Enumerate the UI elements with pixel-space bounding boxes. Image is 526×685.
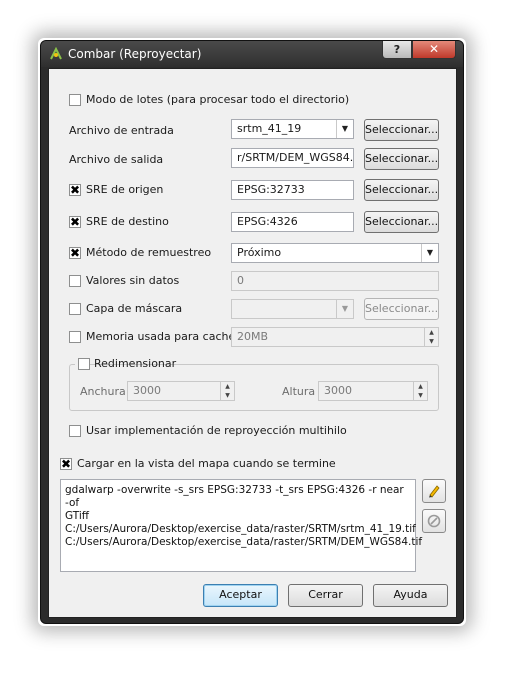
multithread-checkbox[interactable] — [69, 425, 81, 437]
dialog-body: Modo de lotes (para procesar todo el dir… — [48, 68, 457, 618]
resampling-label: Método de remuestreo — [86, 246, 212, 259]
nodata-label: Valores sin datos — [86, 274, 180, 287]
resampling-combo[interactable]: Próximo ▼ — [231, 243, 439, 263]
cache-memory-spinbox[interactable]: 20MB ▲ ▼ — [231, 327, 439, 347]
mask-layer-label: Capa de máscara — [86, 302, 183, 315]
command-line: C:/Users/Aurora/Desktop/exercise_data/ra… — [65, 536, 423, 548]
width-spinbox[interactable]: 3000 ▲ ▼ — [127, 381, 235, 401]
qgis-warp-icon — [50, 47, 62, 60]
width-value: 3000 — [133, 384, 161, 397]
output-file-input[interactable]: r/SRTM/DEM_WGS84.tif — [231, 148, 354, 168]
width-label: Anchura — [80, 385, 126, 398]
height-label: Altura — [282, 385, 316, 398]
reset-icon — [427, 514, 441, 528]
source-srs-checkbox[interactable]: ✖ — [69, 184, 81, 196]
spin-arrows-icon[interactable]: ▲ ▼ — [220, 382, 234, 400]
target-srs-label: SRE de destino — [86, 215, 169, 228]
output-file-select-button[interactable]: Seleccionar... — [364, 148, 439, 170]
batch-mode-checkbox[interactable] — [69, 94, 81, 106]
edit-command-button[interactable] — [422, 479, 446, 503]
input-file-select-button[interactable]: Seleccionar... — [364, 119, 439, 141]
help-button[interactable]: Ayuda — [373, 584, 448, 607]
title-bar[interactable]: Combar (Reproyectar) ? ✕ — [41, 41, 463, 67]
resize-label: Redimensionar — [94, 357, 177, 370]
input-file-value: srtm_41_19 — [237, 122, 302, 135]
height-value: 3000 — [324, 384, 352, 397]
resampling-checkbox[interactable]: ✖ — [69, 247, 81, 259]
input-file-label: Archivo de entrada — [69, 124, 174, 137]
cache-memory-label: Memoria usada para caché — [86, 330, 236, 343]
spin-arrows-icon[interactable]: ▲ ▼ — [424, 328, 438, 346]
source-srs-label: SRE de origen — [86, 183, 164, 196]
input-file-combo[interactable]: srtm_41_19 ▼ — [231, 119, 354, 139]
nodata-checkbox[interactable] — [69, 275, 81, 287]
reset-command-button[interactable] — [422, 509, 446, 533]
target-srs-input[interactable]: EPSG:4326 — [231, 212, 354, 232]
mask-layer-combo[interactable]: ▼ — [231, 299, 354, 319]
mask-layer-select-button[interactable]: Seleccionar... — [364, 298, 439, 320]
command-line: C:/Users/Aurora/Desktop/exercise_data/ra… — [65, 523, 416, 535]
pencil-icon — [429, 485, 440, 498]
chevron-down-icon: ▼ — [336, 300, 353, 318]
output-file-label: Archivo de salida — [69, 153, 164, 166]
batch-mode-label: Modo de lotes (para procesar todo el dir… — [86, 93, 350, 106]
command-line: gdalwarp -overwrite -s_srs EPSG:32733 -t… — [65, 484, 404, 509]
multithread-label: Usar implementación de reproyección mult… — [86, 424, 347, 437]
mask-layer-checkbox[interactable] — [69, 303, 81, 315]
resampling-value: Próximo — [237, 246, 282, 259]
close-window-button[interactable]: ✕ — [412, 41, 456, 59]
height-spinbox[interactable]: 3000 ▲ ▼ — [318, 381, 428, 401]
target-srs-checkbox[interactable]: ✖ — [69, 216, 81, 228]
spin-arrows-icon[interactable]: ▲ ▼ — [413, 382, 427, 400]
accept-button[interactable]: Aceptar — [203, 584, 278, 607]
resize-checkbox[interactable] — [78, 358, 90, 370]
command-line: GTiff — [65, 510, 90, 522]
resize-group-header: Redimensionar — [75, 357, 176, 371]
close-button[interactable]: Cerrar — [288, 584, 363, 607]
load-in-map-checkbox[interactable]: ✖ — [60, 458, 72, 470]
nodata-input[interactable]: 0 — [231, 271, 439, 291]
window-title: Combar (Reproyectar) — [68, 47, 202, 61]
cache-memory-checkbox[interactable] — [69, 331, 81, 343]
target-srs-select-button[interactable]: Seleccionar... — [364, 211, 439, 233]
chevron-down-icon: ▼ — [336, 120, 353, 138]
help-title-button[interactable]: ? — [382, 41, 412, 59]
load-in-map-label: Cargar en la vista del mapa cuando se te… — [77, 457, 336, 470]
cache-memory-value: 20MB — [237, 330, 269, 343]
command-textbox[interactable]: gdalwarp -overwrite -s_srs EPSG:32733 -t… — [60, 479, 423, 572]
reproject-dialog: Combar (Reproyectar) ? ✕ Modo de lotes (… — [40, 40, 464, 624]
chevron-down-icon: ▼ — [421, 244, 438, 262]
source-srs-select-button[interactable]: Seleccionar... — [364, 179, 439, 201]
source-srs-input[interactable]: EPSG:32733 — [231, 180, 354, 200]
